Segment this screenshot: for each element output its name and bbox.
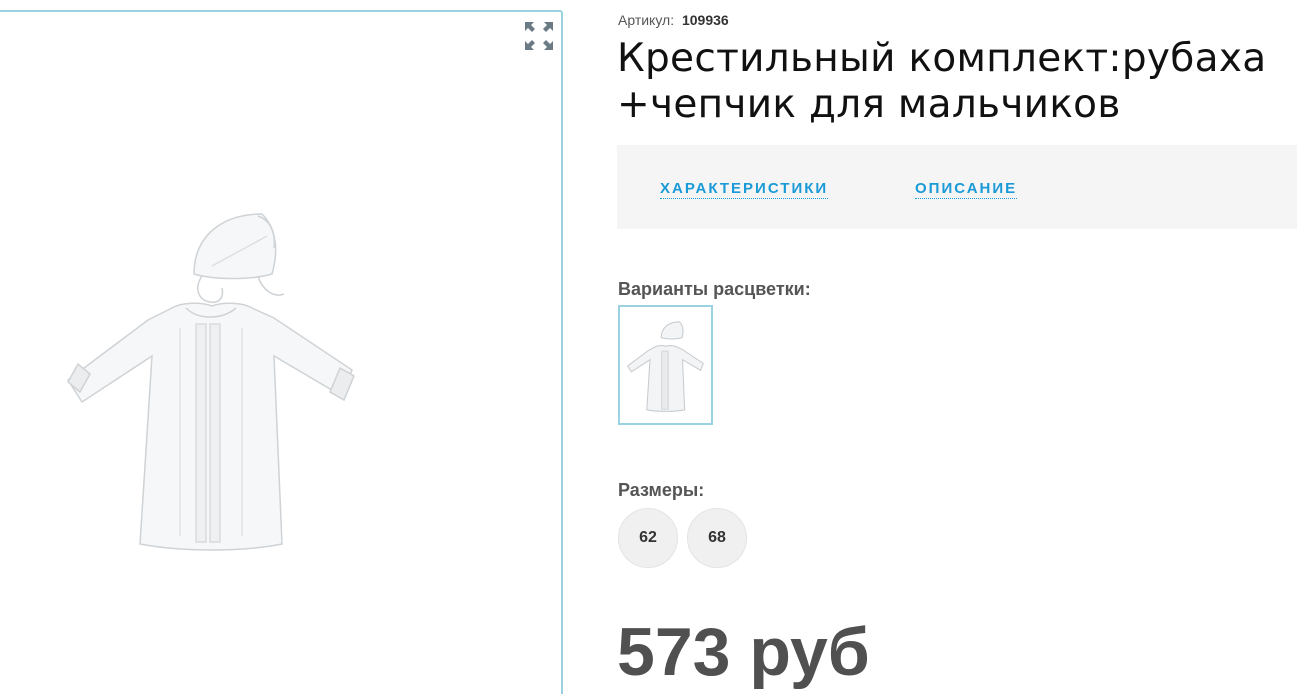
christening-gown-image[interactable] xyxy=(62,196,362,556)
sku-value: 109936 xyxy=(681,12,729,28)
sizes-label: Размеры: xyxy=(618,480,705,500)
color-variants-label: Варианты расцветки: xyxy=(618,279,811,299)
size-option-62[interactable]: 62 xyxy=(618,508,678,568)
color-variant-swatch[interactable] xyxy=(618,305,713,425)
product-price: 573 руб xyxy=(617,614,870,690)
sku-row: Артикул: 109936 xyxy=(618,12,729,28)
product-page: Артикул: 109936 Крестильный комплект:руб… xyxy=(0,0,1297,694)
tab-characteristics[interactable]: ХАРАКТЕРИСТИКИ xyxy=(660,180,829,199)
product-title: Крестильный комплект:рубаха +чепчик для … xyxy=(617,36,1267,127)
tab-description[interactable]: ОПИСАНИЕ xyxy=(915,180,1018,199)
size-option-68[interactable]: 68 xyxy=(687,508,747,568)
fullscreen-icon[interactable] xyxy=(523,20,555,52)
product-gallery xyxy=(0,10,563,694)
sku-label: Артикул: xyxy=(618,12,675,28)
product-tabs: ХАРАКТЕРИСТИКИ ОПИСАНИЕ xyxy=(617,145,1297,229)
